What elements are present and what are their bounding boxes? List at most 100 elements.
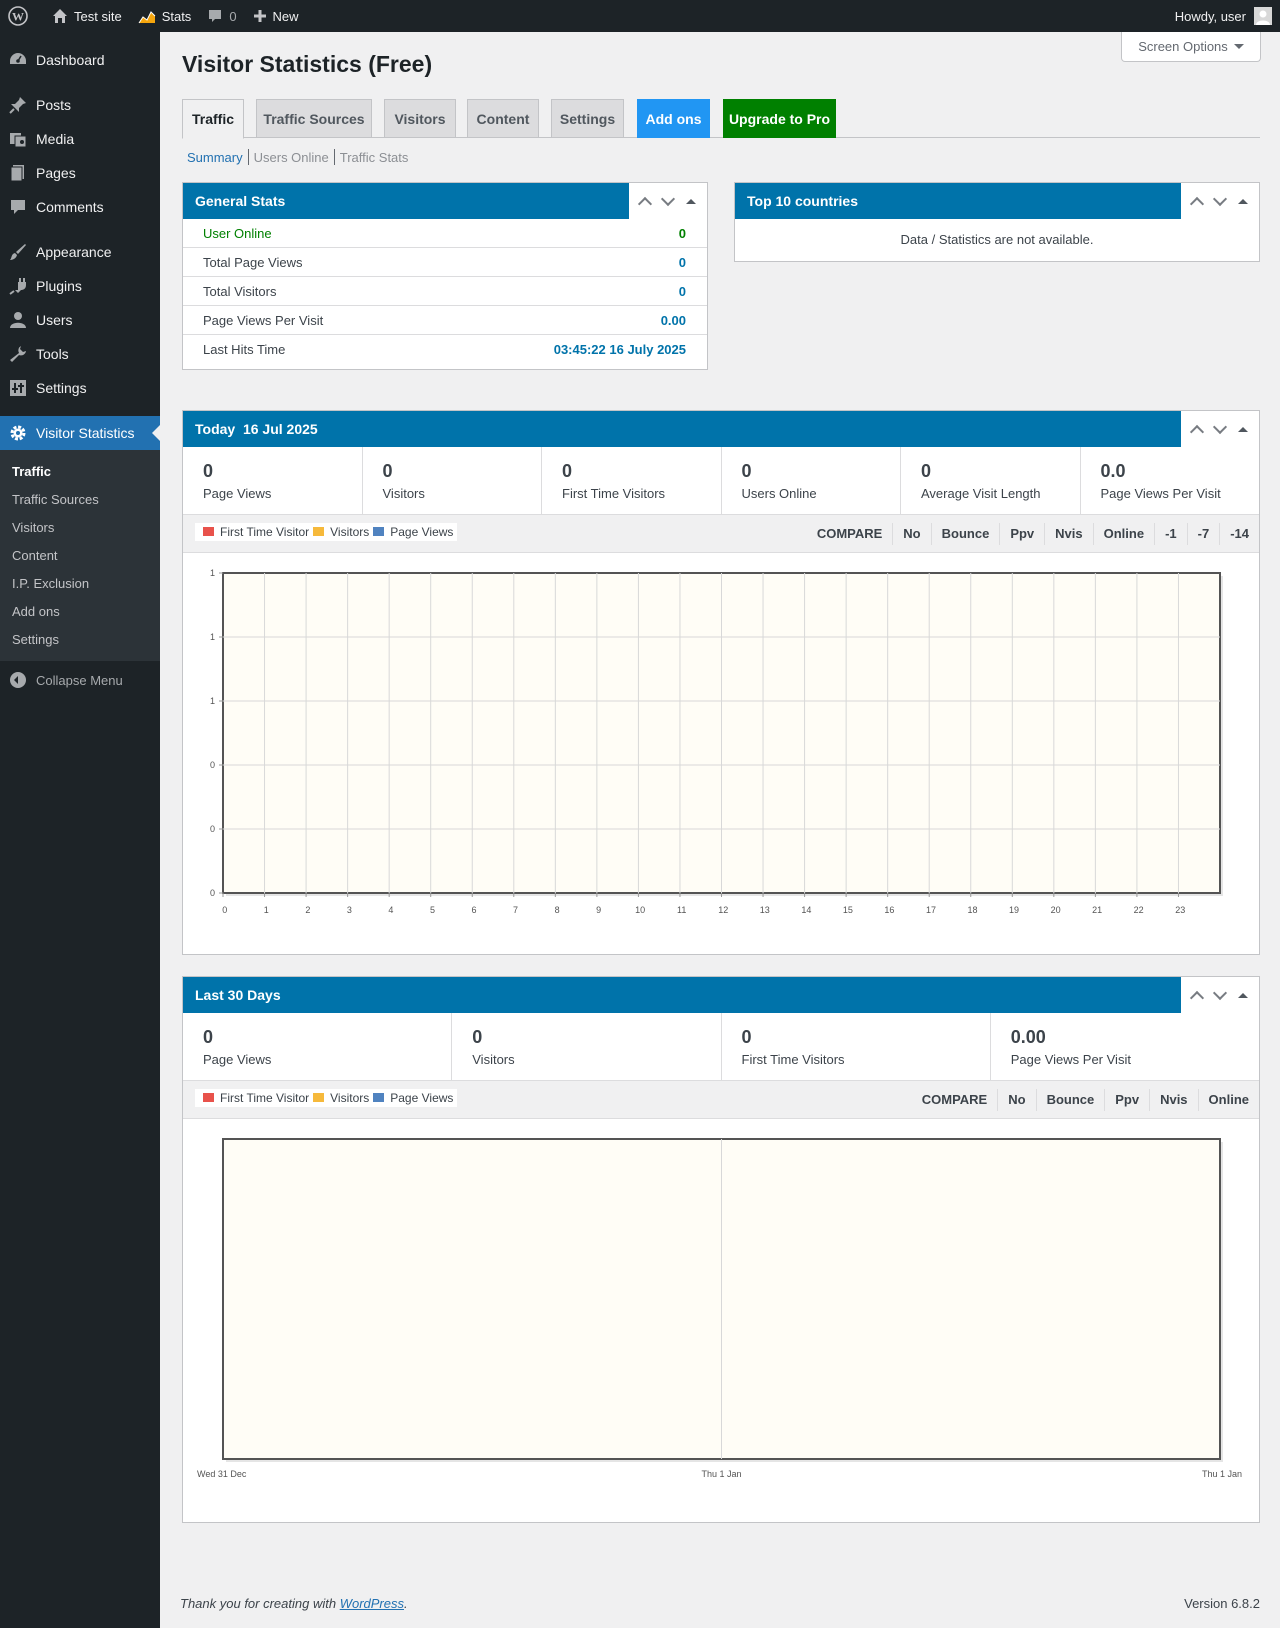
menu-pages[interactable]: Pages — [0, 156, 160, 190]
x-tick-label: 6 — [472, 905, 477, 915]
x-tick-label: 9 — [596, 905, 601, 915]
y-tick-label: 0 — [210, 760, 215, 770]
toggle-panel-icon[interactable] — [1238, 198, 1249, 204]
comments-link[interactable]: 0 — [199, 0, 244, 32]
new-content-link[interactable]: New — [245, 0, 307, 32]
submenu-visitors[interactable]: Visitors — [0, 513, 160, 541]
top-countries-box: Top 10 countries Data / Statistics are n… — [734, 182, 1260, 262]
caret-down-icon — [1233, 44, 1244, 49]
compare-no-button[interactable]: No — [892, 522, 930, 545]
today-stat-cells: 0 Page Views 0 Visitors 0 First Time Visito… — [183, 447, 1259, 515]
stat-cell: 0 Average Visit Length — [901, 447, 1081, 514]
new-label: New — [272, 8, 299, 24]
stat-row-user-online: User Online 0 — [183, 219, 707, 248]
wordpress-link[interactable]: WordPress — [340, 1596, 404, 1611]
compare-nvis-button[interactable]: Nvis — [1044, 522, 1092, 545]
menu-plugins[interactable]: Plugins — [0, 269, 160, 303]
menu-comments[interactable]: Comments — [0, 190, 160, 224]
menu-visitor-statistics[interactable]: Visitor Statistics — [0, 416, 160, 450]
subnav-users-online[interactable]: Users Online — [249, 150, 334, 165]
tab-content[interactable]: Content — [467, 99, 539, 138]
x-tick-label: 19 — [1009, 905, 1019, 915]
toggle-panel-icon[interactable] — [1238, 992, 1249, 998]
move-up-icon[interactable] — [1189, 424, 1204, 439]
move-up-icon[interactable] — [637, 196, 652, 211]
menu-settings[interactable]: Settings — [0, 371, 160, 405]
wrench-icon — [8, 344, 28, 364]
compare-bounce-button[interactable]: Bounce — [930, 522, 1000, 545]
box-controls — [1181, 411, 1259, 447]
submenu-content[interactable]: Content — [0, 541, 160, 569]
avatar — [1254, 7, 1272, 25]
submenu-traffic-sources[interactable]: Traffic Sources — [0, 485, 160, 513]
site-name-link[interactable]: Test site — [44, 0, 130, 32]
legend-swatch-visitors — [313, 1093, 325, 1102]
x-tick-label: 14 — [801, 905, 811, 915]
compare-minus-7-button[interactable]: -7 — [1186, 522, 1220, 545]
subnav-summary[interactable]: Summary — [187, 150, 248, 165]
move-down-icon[interactable] — [1212, 985, 1228, 1000]
toggle-panel-icon[interactable] — [1238, 426, 1249, 432]
compare-online-button[interactable]: Online — [1197, 1088, 1259, 1111]
compare-minus-14-button[interactable]: -14 — [1219, 522, 1259, 545]
x-tick-label: 10 — [635, 905, 645, 915]
menu-media[interactable]: Media — [0, 122, 160, 156]
x-tick-label: 21 — [1092, 905, 1102, 915]
tab-traffic[interactable]: Traffic — [182, 99, 244, 139]
chart-legend: First Time Visitor Visitors Page Views — [195, 1088, 458, 1107]
stat-row-total-visitors: Total Visitors 0 — [183, 277, 707, 306]
submenu-add-ons[interactable]: Add ons — [0, 597, 160, 625]
y-tick-label: 1 — [210, 696, 215, 706]
toggle-panel-icon[interactable] — [686, 198, 697, 204]
tab-visitors[interactable]: Visitors — [384, 99, 456, 138]
stat-cell: 0 Visitors — [452, 1013, 722, 1080]
move-down-icon[interactable] — [660, 191, 676, 206]
media-icon — [8, 129, 28, 149]
my-account[interactable]: Howdy, user — [1175, 7, 1280, 25]
stat-cell: 0 Visitors — [363, 447, 542, 514]
move-up-icon[interactable] — [1189, 990, 1204, 1005]
x-tick-label: 18 — [968, 905, 978, 915]
compare-minus-1-button[interactable]: -1 — [1154, 522, 1187, 545]
x-tick-label: 17 — [926, 905, 936, 915]
submenu-traffic[interactable]: Traffic — [0, 457, 160, 485]
general-stats-header: General Stats — [183, 183, 707, 219]
pages-icon — [8, 163, 28, 183]
comments-count: 0 — [229, 8, 237, 24]
stats-link[interactable]: Stats — [130, 0, 200, 32]
menu-tools[interactable]: Tools — [0, 337, 160, 371]
move-down-icon[interactable] — [1212, 419, 1228, 434]
tab-upgrade-to-pro[interactable]: Upgrade to Pro — [723, 99, 836, 138]
today-legend-bar: First Time Visitor Visitors Page Views C… — [183, 515, 1259, 553]
compare-no-button[interactable]: No — [997, 1088, 1035, 1111]
screen-options-button[interactable]: Screen Options — [1121, 32, 1261, 62]
tab-traffic-sources[interactable]: Traffic Sources — [256, 99, 372, 138]
x-tick-label: 23 — [1175, 905, 1185, 915]
compare-ppv-button[interactable]: Ppv — [1104, 1088, 1149, 1111]
x-tick-label: 11 — [677, 905, 686, 915]
svg-text:W: W — [12, 10, 24, 24]
menu-dashboard[interactable]: Dashboard — [0, 43, 160, 77]
x-tick-label: 8 — [555, 905, 560, 915]
menu-posts[interactable]: Posts — [0, 88, 160, 122]
tab-add-ons[interactable]: Add ons — [637, 99, 710, 138]
compare-nvis-button[interactable]: Nvis — [1149, 1088, 1197, 1111]
last-30-chart-svg: Wed 31 Dec Thu 1 Jan Thu 1 Jan — [197, 1138, 1242, 1479]
x-tick-label: 15 — [843, 905, 853, 915]
menu-appearance[interactable]: Appearance — [0, 235, 160, 269]
legend-item: Page Views — [390, 1090, 454, 1105]
move-up-icon[interactable] — [1189, 196, 1204, 211]
tab-settings[interactable]: Settings — [551, 99, 624, 138]
compare-bounce-button[interactable]: Bounce — [1035, 1088, 1105, 1111]
stat-row-total-page-views: Total Page Views 0 — [183, 248, 707, 277]
subnav-traffic-stats[interactable]: Traffic Stats — [335, 150, 414, 165]
compare-online-button[interactable]: Online — [1092, 522, 1154, 545]
collapse-menu-button[interactable]: Collapse Menu — [0, 663, 160, 697]
wordpress-logo-icon[interactable]: W — [0, 0, 44, 32]
move-down-icon[interactable] — [1212, 191, 1228, 206]
brush-icon — [8, 242, 28, 262]
compare-ppv-button[interactable]: Ppv — [999, 522, 1044, 545]
menu-users[interactable]: Users — [0, 303, 160, 337]
submenu-settings[interactable]: Settings — [0, 625, 160, 653]
submenu-ip-exclusion[interactable]: I.P. Exclusion — [0, 569, 160, 597]
